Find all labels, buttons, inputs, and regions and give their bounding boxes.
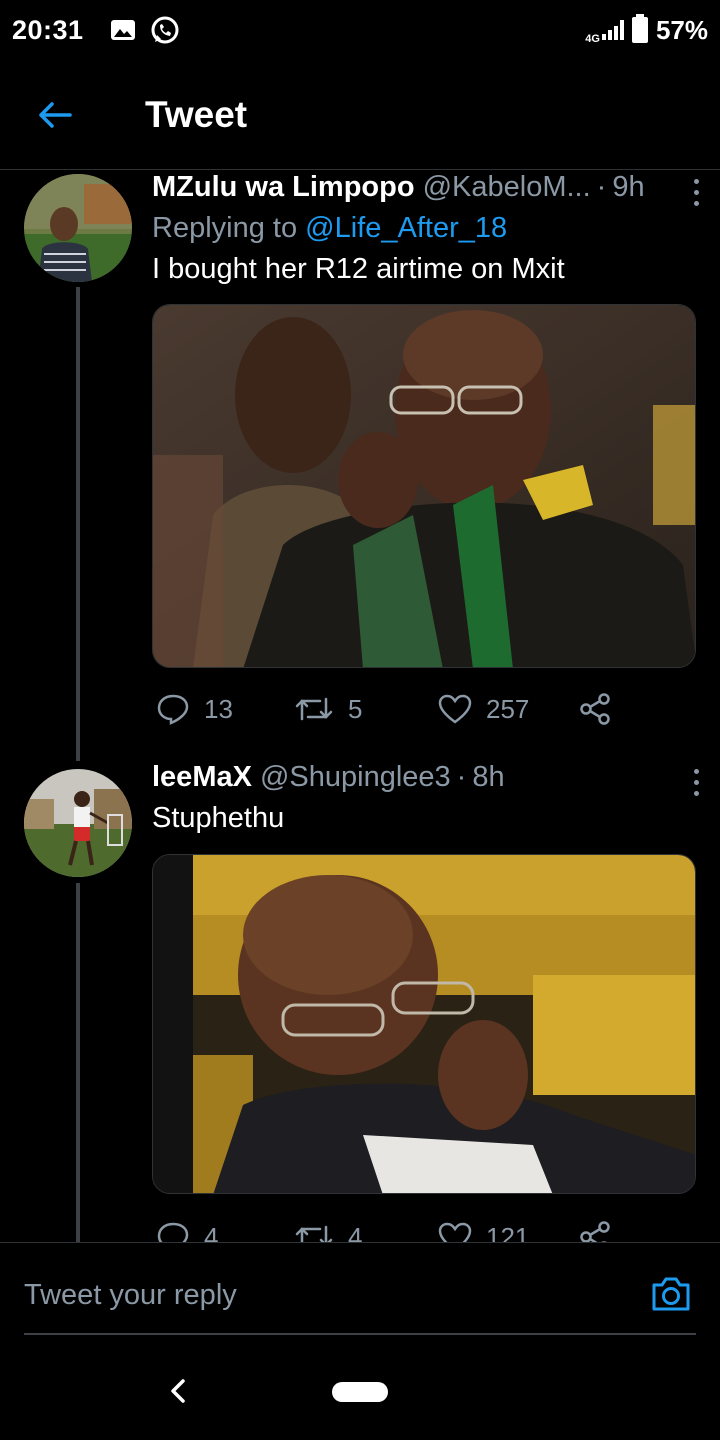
network-type: 4G xyxy=(585,32,600,45)
retweet-count: 4 xyxy=(348,1221,363,1243)
retweet-count: 5 xyxy=(348,693,363,724)
tweet-text: I bought her R12 airtime on Mxit xyxy=(152,253,565,285)
tweet-meta: leeMaX @Shupinglee3 · 8h xyxy=(152,761,696,794)
tweet-item[interactable]: MZulu wa Limpopo @KabeloM... · 9h Replyi… xyxy=(0,171,720,761)
system-nav-bar xyxy=(0,1340,720,1440)
battery-icon xyxy=(631,14,648,43)
tweet-item[interactable]: leeMaX @Shupinglee3 · 8h Stuphethu 4 4 1… xyxy=(0,761,720,1242)
camera-button[interactable] xyxy=(650,1275,692,1318)
reply-button[interactable]: 13 xyxy=(156,693,233,725)
tweet-thread[interactable]: MZulu wa Limpopo @KabeloM... · 9h Replyi… xyxy=(0,171,720,1242)
battery-percent: 57% xyxy=(655,14,708,45)
notification-icons xyxy=(110,15,180,45)
author-name[interactable]: MZulu wa Limpopo xyxy=(152,171,415,204)
status-right: 4G 57% xyxy=(585,14,708,46)
tweet-text: Stuphethu xyxy=(152,802,285,834)
retweet-icon xyxy=(295,697,333,721)
heart-icon xyxy=(438,1222,472,1242)
like-count: 121 xyxy=(486,1221,530,1243)
author-handle[interactable]: @Shupinglee3 xyxy=(260,761,451,794)
tweet-photo[interactable] xyxy=(152,304,696,668)
share-icon xyxy=(580,693,610,725)
share-icon xyxy=(580,1221,610,1242)
arrow-left-icon xyxy=(39,101,72,128)
reply-input[interactable]: Tweet your reply xyxy=(24,1279,237,1312)
chevron-left-icon xyxy=(171,1379,185,1403)
like-button[interactable]: 257 xyxy=(438,694,529,725)
comment-icon xyxy=(157,1222,189,1242)
status-bar: 20:31 4G 57% xyxy=(0,0,720,60)
home-gesture-pill[interactable] xyxy=(332,1382,388,1402)
share-button[interactable] xyxy=(578,1220,612,1242)
tweet-actions: 13 5 257 xyxy=(152,689,696,729)
more-options-icon[interactable] xyxy=(694,769,702,802)
status-time: 20:31 xyxy=(12,14,84,45)
reply-composer: Tweet your reply xyxy=(0,1242,720,1335)
whatsapp-icon xyxy=(151,16,179,44)
tweet-actions: 4 4 121 xyxy=(152,1217,696,1242)
retweet-button[interactable]: 4 xyxy=(294,1221,363,1243)
tweet-content: MZulu wa Limpopo @KabeloM... · 9h Replyi… xyxy=(152,171,699,286)
like-count: 257 xyxy=(486,693,530,724)
page-title: Tweet xyxy=(145,93,248,135)
tweet-photo[interactable] xyxy=(152,854,696,1194)
heart-icon xyxy=(438,694,472,724)
tweet-time: 9h xyxy=(612,171,645,203)
reply-divider xyxy=(24,1333,696,1335)
thread-line xyxy=(76,287,80,761)
camera-icon xyxy=(652,1277,690,1311)
tweet-meta: MZulu wa Limpopo @KabeloM... · 9h xyxy=(152,171,696,204)
replying-to-prefix: Replying to xyxy=(152,212,298,244)
gallery-icon xyxy=(110,20,135,40)
author-handle[interactable]: @KabeloM... xyxy=(423,171,591,204)
reply-count: 4 xyxy=(204,1221,219,1243)
replying-to-mention[interactable]: @Life_After_18 xyxy=(305,212,507,244)
thread-line xyxy=(76,883,80,1242)
avatar[interactable] xyxy=(24,174,132,282)
reply-button[interactable]: 4 xyxy=(156,1221,218,1242)
tweet-time: 8h xyxy=(472,761,505,793)
system-back-button[interactable] xyxy=(168,1378,188,1409)
avatar[interactable] xyxy=(24,769,132,877)
retweet-icon xyxy=(295,1225,333,1242)
tweet-content: leeMaX @Shupinglee3 · 8h Stuphethu xyxy=(152,761,699,835)
back-button[interactable] xyxy=(0,60,110,170)
meta-separator: · xyxy=(596,171,607,203)
comment-icon xyxy=(157,694,189,725)
share-button[interactable] xyxy=(578,692,612,726)
replying-to: Replying to @Life_After_18 xyxy=(152,212,696,245)
like-button[interactable]: 121 xyxy=(438,1221,530,1243)
meta-separator: · xyxy=(456,761,467,793)
app-header: Tweet xyxy=(0,60,720,170)
reply-count: 13 xyxy=(204,693,233,724)
retweet-button[interactable]: 5 xyxy=(294,694,362,725)
author-name[interactable]: leeMaX xyxy=(152,761,252,794)
more-options-icon[interactable] xyxy=(694,179,702,212)
signal-icon xyxy=(601,20,624,40)
